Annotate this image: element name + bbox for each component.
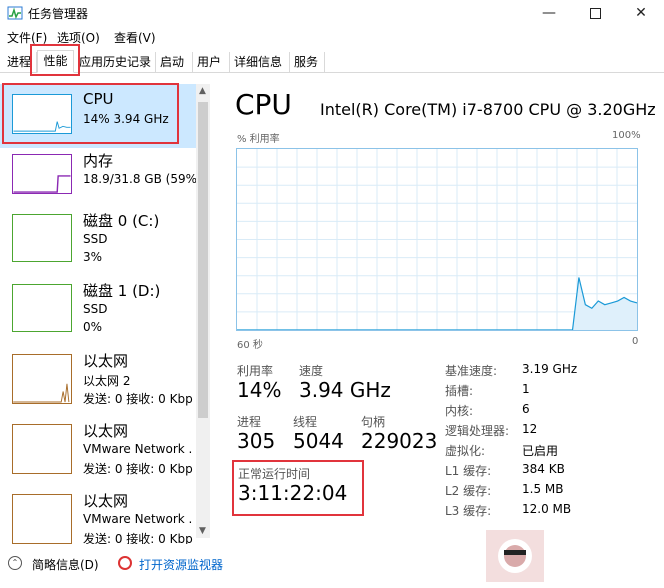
sidebar-item-label: 以太网: [83, 422, 129, 440]
maximize-icon: [589, 7, 601, 19]
sidebar: CPU 14% 3.94 GHz 内存 18.9/31.8 GB (59%) 磁…: [0, 74, 210, 544]
sidebar-item-label: 磁盘 1 (D:): [83, 282, 161, 300]
detail-value: 384 KB: [522, 462, 565, 476]
highlight-uptime: [232, 460, 364, 516]
page-title: CPU: [235, 88, 292, 121]
graph-x-right-label: 0: [632, 336, 639, 347]
ethernet-2-thumbnail-graph: [12, 424, 72, 474]
highlight-performance-tab: [30, 44, 80, 76]
tab-users[interactable]: 用户: [194, 52, 230, 72]
watermark-logo-icon: [498, 539, 532, 573]
sidebar-item-sub: SSD: [83, 302, 108, 316]
detail-label: L2 缓存:: [445, 484, 492, 498]
detail-value: 6: [522, 402, 530, 416]
detail-label: 逻辑处理器:: [445, 424, 510, 438]
sidebar-item-sub: VMware Network .: [83, 512, 193, 526]
graph-y-label: % 利用率: [237, 134, 280, 145]
sidebar-item-ethernet-2[interactable]: 以太网 VMware Network . 发送: 0 接收: 0 Kbp: [0, 422, 196, 486]
sidebar-item-sub: 18.9/31.8 GB (59%): [83, 172, 202, 186]
close-button[interactable]: ✕: [618, 0, 664, 26]
scroll-thumb[interactable]: [198, 102, 208, 418]
bottom-bar: [0, 546, 664, 588]
memory-thumbnail-graph: [12, 154, 72, 194]
disk-0-thumbnail-graph: [12, 214, 72, 262]
cpu-model-name: Intel(R) Core(TM) i7-8700 CPU @ 3.20GHz: [320, 100, 656, 119]
ethernet-1-thumbnail-graph: [12, 354, 72, 404]
scroll-down-icon[interactable]: ▼: [199, 526, 206, 536]
sidebar-item-sub: VMware Network .: [83, 442, 193, 456]
sidebar-item-disk-0[interactable]: 磁盘 0 (C:) SSD 3%: [0, 212, 196, 276]
threads-value: 5044: [293, 429, 344, 453]
detail-value: 12.0 MB: [522, 502, 572, 516]
threads-label: 线程: [293, 415, 318, 429]
sidebar-item-sub2: 0%: [83, 320, 103, 334]
detail-label: 插槽:: [445, 384, 474, 398]
sidebar-item-label: 磁盘 0 (C:): [83, 212, 160, 230]
tab-app-history[interactable]: 应用历史记录: [76, 52, 156, 72]
chevron-up-icon[interactable]: ⌃: [8, 556, 22, 570]
scroll-up-icon[interactable]: ▲: [199, 86, 206, 96]
task-manager-icon: [7, 6, 23, 20]
handles-label: 句柄: [361, 415, 386, 429]
highlight-cpu-item: [2, 83, 179, 144]
sidebar-item-sub: SSD: [83, 232, 108, 246]
sidebar-item-label: 以太网: [83, 352, 129, 370]
sidebar-item-ethernet-3[interactable]: 以太网 VMware Network . 发送: 0 接收: 0 Kbp: [0, 492, 196, 544]
utilization-value: 14%: [237, 378, 282, 402]
open-resource-monitor-link[interactable]: 打开资源监视器: [139, 556, 223, 573]
sidebar-item-sub2: 3%: [83, 250, 103, 264]
speed-value: 3.94 GHz: [299, 378, 391, 402]
tab-services[interactable]: 服务: [291, 52, 325, 72]
resource-monitor-icon: [118, 556, 132, 570]
utilization-label: 利用率: [237, 364, 274, 378]
detail-label: 基准速度:: [445, 364, 498, 378]
tab-startup[interactable]: 启动: [157, 52, 193, 72]
sidebar-item-ethernet-1[interactable]: 以太网 以太网 2 发送: 0 接收: 0 Kbp: [0, 352, 196, 416]
sidebar-item-sub2: 发送: 0 接收: 0 Kbp: [83, 532, 193, 544]
detail-label: L1 缓存:: [445, 464, 492, 478]
detail-value: 1: [522, 382, 530, 396]
sidebar-item-sub: 以太网 2: [83, 374, 131, 388]
graph-y-max: 100%: [612, 130, 641, 141]
minimize-button[interactable]: —: [526, 0, 572, 26]
ethernet-3-thumbnail-graph: [12, 494, 72, 544]
sidebar-item-sub2: 发送: 0 接收: 0 Kbp: [83, 392, 193, 406]
close-icon: ✕: [635, 5, 647, 21]
cpu-utilization-graph: [236, 148, 638, 331]
detail-value: 3.19 GHz: [522, 362, 578, 376]
watermark-logo: [486, 530, 544, 582]
detail-label: L3 缓存:: [445, 504, 492, 518]
detail-value: 12: [522, 422, 538, 436]
menu-view[interactable]: 查看(V): [114, 29, 156, 46]
fewer-details-button[interactable]: 简略信息(D): [32, 556, 99, 573]
minimize-icon: —: [542, 5, 556, 21]
detail-value: 1.5 MB: [522, 482, 564, 496]
tab-details[interactable]: 详细信息: [231, 52, 290, 72]
detail-label: 虚拟化:: [445, 444, 486, 458]
sidebar-item-label: 以太网: [83, 492, 129, 510]
detail-value: 已启用: [522, 444, 559, 458]
sidebar-item-disk-1[interactable]: 磁盘 1 (D:) SSD 0%: [0, 282, 196, 346]
sidebar-item-memory[interactable]: 内存 18.9/31.8 GB (59%): [0, 148, 202, 212]
processes-label: 进程: [237, 415, 262, 429]
maximize-button[interactable]: [572, 0, 618, 26]
window-title: 任务管理器: [28, 7, 89, 21]
sidebar-item-label: 内存: [83, 152, 114, 170]
graph-x-left-label: 60 秒: [237, 340, 263, 351]
handles-value: 229023: [361, 429, 438, 453]
processes-value: 305: [237, 429, 276, 453]
detail-label: 内核:: [445, 404, 474, 418]
disk-1-thumbnail-graph: [12, 284, 72, 332]
sidebar-item-sub2: 发送: 0 接收: 0 Kbp: [83, 462, 193, 476]
speed-label: 速度: [299, 364, 324, 378]
